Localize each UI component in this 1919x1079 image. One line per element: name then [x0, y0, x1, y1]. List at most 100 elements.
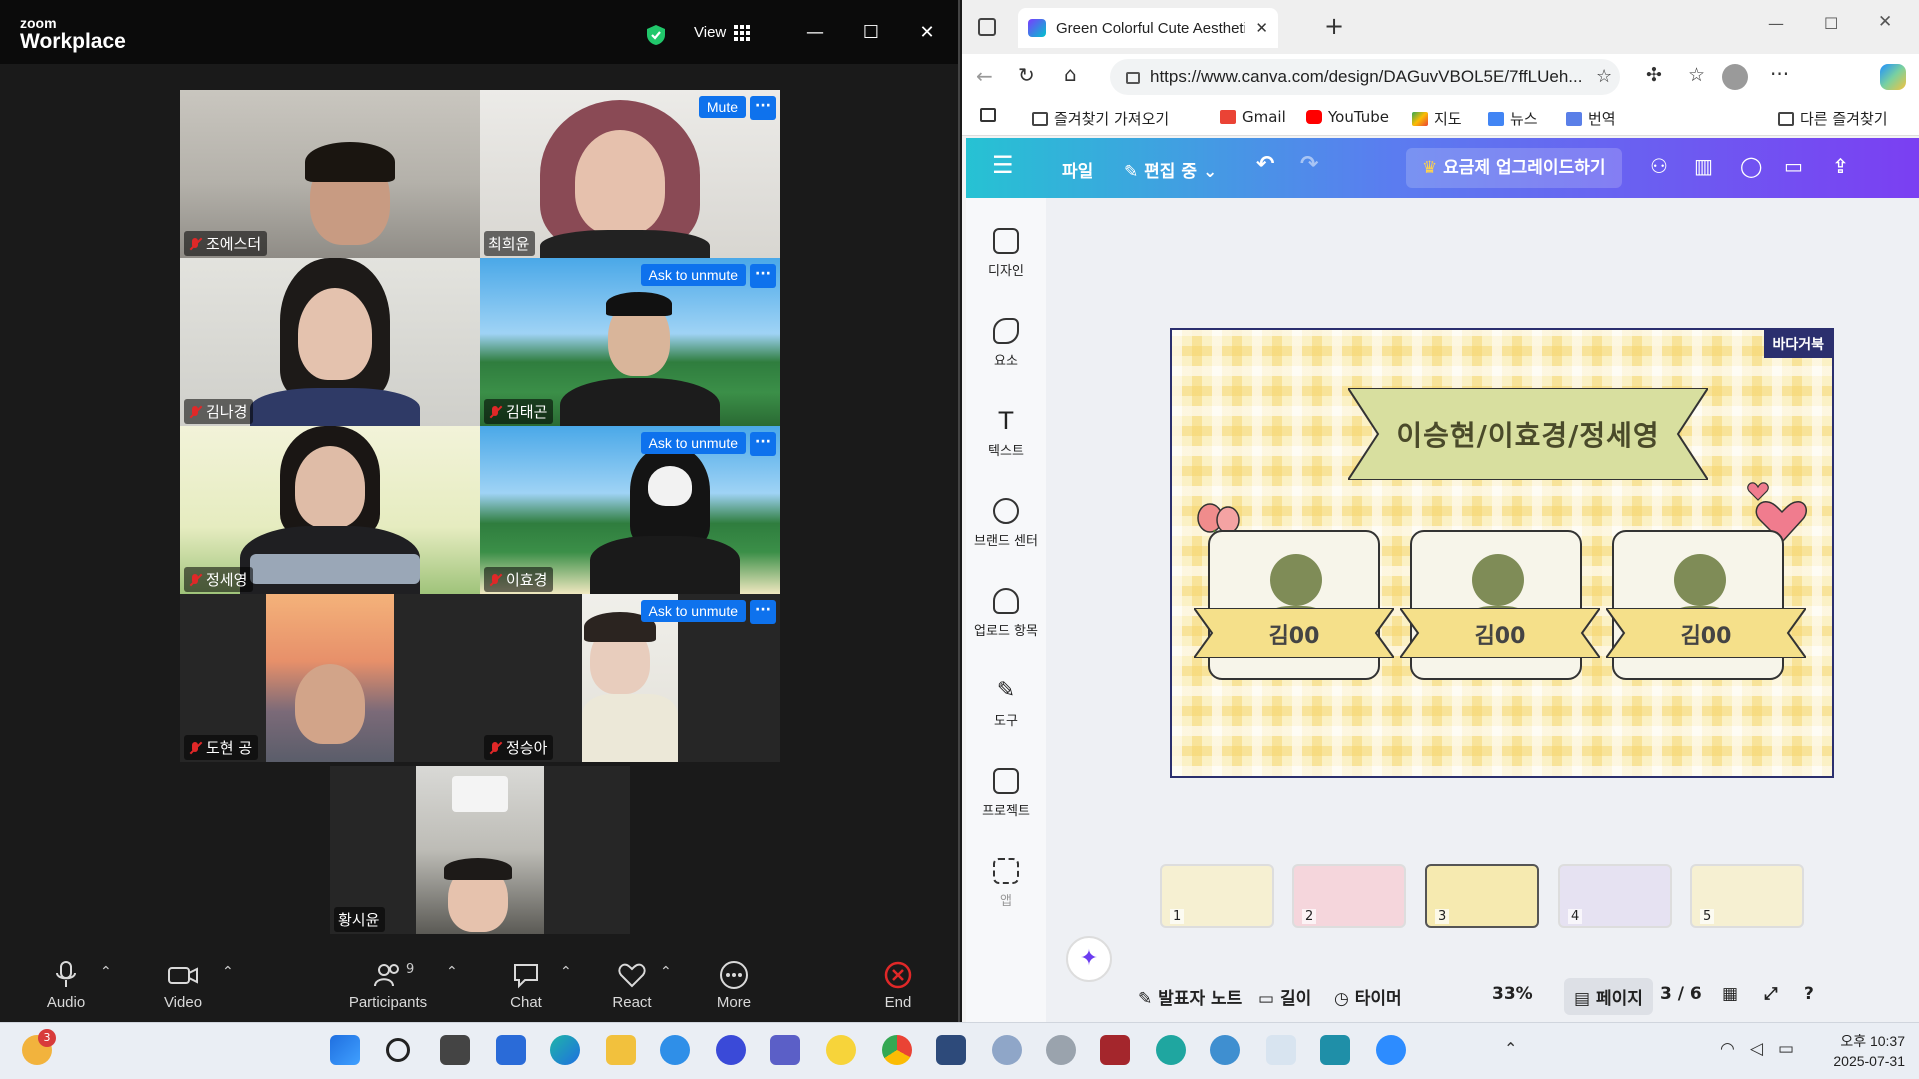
participants-button[interactable]: Participants [346, 960, 430, 1011]
zoom-level[interactable]: 33% [1492, 984, 1533, 1004]
reading-view-icon[interactable] [980, 108, 996, 122]
participant-tile[interactable]: 황시윤 [330, 766, 630, 934]
teams-icon[interactable] [770, 1035, 800, 1065]
side-item-text[interactable]: T 텍스트 [966, 408, 1046, 459]
help-icon[interactable]: ? [1804, 984, 1814, 1004]
tab-close-icon[interactable]: ✕ [1255, 19, 1268, 37]
video-options-chevron-up-icon[interactable]: ⌃ [222, 964, 234, 980]
participant-tile[interactable]: Ask to unmute ··· 정승아 [480, 594, 780, 762]
member-name[interactable]: 김00 [1656, 618, 1756, 650]
team-badge[interactable]: 바다거북 [1764, 330, 1832, 358]
new-tab-icon[interactable]: + [1324, 12, 1344, 40]
participant-tile[interactable]: Ask to unmute ··· 이효경 [480, 426, 780, 594]
page-thumbnail[interactable]: 5 [1690, 864, 1804, 928]
participants-options-chevron-up-icon[interactable]: ⌃ [446, 964, 458, 980]
favorites-icon[interactable]: ☆ [1688, 64, 1705, 86]
volume-icon[interactable]: ◁ [1750, 1039, 1763, 1059]
undo-icon[interactable]: ↶ [1256, 152, 1274, 177]
audio-options-chevron-up-icon[interactable]: ⌃ [100, 964, 112, 980]
more-options-button[interactable]: ··· [750, 600, 776, 624]
more-options-button[interactable]: ··· [750, 96, 776, 120]
file-menu[interactable]: 파일 [1062, 157, 1093, 182]
maximize-icon[interactable]: ☐ [1824, 14, 1838, 33]
tray-chevron-up-icon[interactable]: ⌃ [1504, 1039, 1517, 1058]
profile-avatar[interactable] [1722, 64, 1748, 90]
start-windows-icon[interactable] [330, 1035, 360, 1065]
app-icon[interactable] [1320, 1035, 1350, 1065]
page-thumbnail[interactable]: 2 [1292, 864, 1406, 928]
extensions-icon[interactable]: ✣ [1646, 64, 1662, 86]
view-button[interactable]: View [694, 24, 751, 41]
share-upload-icon[interactable]: ⇪ [1832, 154, 1849, 178]
rstudio-icon[interactable] [1046, 1035, 1076, 1065]
bookmark-import[interactable]: 즐겨찾기 가져오기 [1032, 108, 1169, 129]
app-icon[interactable] [936, 1035, 966, 1065]
more-options-button[interactable]: ··· [750, 264, 776, 288]
app-icon[interactable] [1156, 1035, 1186, 1065]
minimize-icon[interactable]: — [1768, 14, 1784, 33]
page-thumbnail-selected[interactable]: 3 [1425, 864, 1539, 928]
copilot-icon[interactable] [1880, 64, 1906, 90]
side-item-design[interactable]: 디자인 [966, 228, 1046, 279]
close-icon[interactable]: ✕ [916, 22, 938, 44]
hamburger-menu-icon[interactable]: ☰ [992, 151, 1014, 179]
r-language-icon[interactable] [992, 1035, 1022, 1065]
search-icon[interactable] [386, 1038, 410, 1062]
slide-title[interactable]: 이승현/이효경/정세영 [1348, 414, 1708, 454]
grid-view-icon[interactable]: ▦ [1722, 984, 1738, 1004]
member-name[interactable]: 김00 [1244, 618, 1344, 650]
bing-icon[interactable] [716, 1035, 746, 1065]
page-thumbnail[interactable]: 4 [1558, 864, 1672, 928]
file-explorer-icon[interactable] [606, 1035, 636, 1065]
member-name[interactable]: 김00 [1450, 618, 1550, 650]
access-icon[interactable] [1100, 1035, 1130, 1065]
tab-actions-icon[interactable] [978, 18, 996, 36]
close-icon[interactable]: ✕ [1878, 12, 1892, 32]
end-meeting-button[interactable]: End [880, 960, 916, 1011]
bookmark-gmail[interactable]: Gmail [1220, 108, 1286, 126]
app-icon[interactable] [660, 1035, 690, 1065]
store-icon[interactable] [496, 1035, 526, 1065]
editing-mode-dropdown[interactable]: ✎ 편집 중 ⌄ [1124, 157, 1217, 182]
settings-more-icon[interactable]: ··· [1770, 62, 1789, 86]
fullscreen-icon[interactable]: ⤢ [1764, 984, 1778, 1004]
tab-canva[interactable]: Green Colorful Cute Aesthetic Gr ✕ [1018, 8, 1278, 48]
magic-sparkle-icon[interactable]: ✦ [1066, 936, 1112, 982]
participant-tile-active-speaker[interactable]: Mute ··· 최희윤 [480, 90, 780, 258]
pages-view-button[interactable]: ▤ 페이지 [1564, 978, 1653, 1015]
side-item-tools[interactable]: ✎ 도구 [966, 678, 1046, 729]
side-item-uploads[interactable]: 업로드 항목 [966, 588, 1046, 639]
more-button[interactable]: More [714, 960, 754, 1011]
participant-tile[interactable]: 김나경 [180, 258, 480, 426]
audio-button[interactable]: Audio [44, 960, 88, 1011]
chat-options-chevron-up-icon[interactable]: ⌃ [560, 964, 572, 980]
react-button[interactable]: React [610, 960, 654, 1011]
ask-to-unmute-button[interactable]: Ask to unmute [640, 264, 746, 286]
video-button[interactable]: Video [160, 960, 206, 1011]
snipping-tool-icon[interactable] [1266, 1035, 1296, 1065]
maximize-icon[interactable]: ☐ [860, 22, 882, 44]
url-field[interactable]: https://www.canva.com/design/DAGuvVBOL5E… [1110, 59, 1620, 95]
encryption-shield-icon[interactable] [646, 24, 666, 46]
bookmark-maps[interactable]: 지도 [1412, 108, 1462, 129]
side-item-apps[interactable]: 앱 [966, 858, 1046, 909]
system-clock[interactable]: 오후 10:37 2025-07-31 [1833, 1031, 1905, 1071]
side-item-brand-center[interactable]: 브랜드 센터 [966, 498, 1046, 549]
edge-browser-icon[interactable] [550, 1035, 580, 1065]
battery-icon[interactable]: ▭ [1778, 1039, 1794, 1059]
participant-tile[interactable]: 도현 공 [180, 594, 480, 762]
zoom-app-icon[interactable] [1376, 1035, 1406, 1065]
kakaotalk-icon[interactable] [826, 1035, 856, 1065]
participant-tile[interactable]: 조에스더 [180, 90, 480, 258]
react-options-chevron-up-icon[interactable]: ⌃ [660, 964, 672, 980]
bookmark-youtube[interactable]: YouTube [1306, 108, 1389, 126]
side-item-elements[interactable]: 요소 [966, 318, 1046, 369]
back-icon[interactable]: ← [976, 64, 993, 88]
share-people-icon[interactable]: ⚇ [1650, 154, 1668, 178]
refresh-icon[interactable]: ↻ [1018, 63, 1035, 87]
insights-chart-icon[interactable]: ▥ [1694, 154, 1713, 178]
home-icon[interactable]: ⌂ [1064, 62, 1077, 86]
other-bookmarks[interactable]: 다른 즐겨찾기 [1778, 108, 1888, 129]
participant-tile[interactable]: Ask to unmute ··· 김태곤 [480, 258, 780, 426]
ask-to-unmute-button[interactable]: Ask to unmute [640, 432, 746, 454]
